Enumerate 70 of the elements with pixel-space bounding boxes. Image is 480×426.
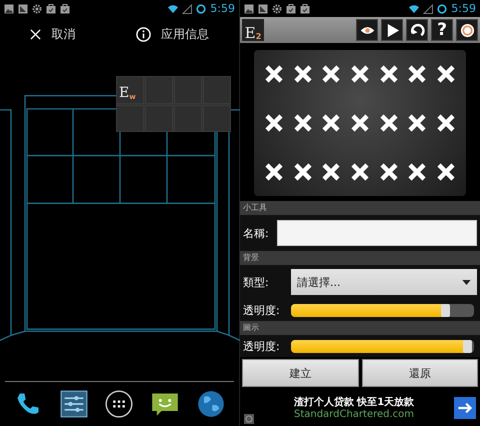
loading-ring-icon [437, 4, 448, 14]
cross-icon [436, 112, 456, 133]
briefcase-check-icon [60, 4, 70, 14]
cross-icon [292, 64, 313, 84]
cross-icon [350, 162, 370, 182]
field-label: 透明度: [243, 338, 281, 354]
cross-icon [407, 112, 428, 133]
ring-icon [460, 22, 474, 38]
briefcase-check-icon [300, 4, 310, 14]
settings-icon [272, 4, 282, 14]
help-button[interactable]: ? [431, 19, 453, 41]
cross-icon [350, 64, 370, 84]
cross-icon [321, 64, 342, 84]
cross-icon [436, 64, 456, 84]
ad-banner[interactable]: 渣打个人贷款 快至1天放款 StandardChartered.com [240, 389, 480, 426]
dropdown-caret-icon [462, 280, 471, 284]
cancel-button[interactable]: 取消 [26, 24, 80, 44]
close-icon [30, 28, 42, 40]
settings-sliders-icon[interactable] [60, 390, 88, 418]
type-dropdown[interactable]: 請選擇... [291, 269, 477, 295]
section-header: 圖示 [240, 321, 480, 335]
field-label: 透明度: [243, 302, 281, 318]
cross-icon [407, 64, 428, 84]
signal-icon [182, 4, 192, 14]
cross-icon [264, 64, 284, 84]
cross-icon [321, 162, 342, 182]
wifi-icon [168, 4, 178, 14]
power-button[interactable] [456, 19, 478, 41]
settings-icon [32, 4, 42, 14]
all-apps-icon[interactable] [105, 390, 134, 418]
slider-thumb[interactable] [463, 340, 472, 352]
globe-icon[interactable] [197, 390, 226, 418]
section-header: 背景 [240, 251, 480, 265]
refresh-button[interactable] [406, 19, 428, 41]
wifi-icon [409, 4, 420, 14]
gallery-icon [4, 4, 14, 14]
cross-icon [264, 112, 284, 133]
section-header: 小工具 [240, 201, 480, 215]
field-label: 名稱: [243, 226, 270, 240]
app-logo-icon: E2 [242, 19, 264, 41]
slider-thumb[interactable] [440, 304, 450, 316]
restore-button[interactable]: 還原 [362, 359, 478, 387]
cross-icon [350, 112, 370, 133]
cross-icon [292, 162, 313, 182]
field-label: 類型: [243, 274, 270, 290]
cross-icon [436, 162, 456, 182]
cross-icon [378, 162, 399, 182]
ad-link[interactable]: StandardChartered.com [294, 409, 414, 420]
image-icon [18, 4, 28, 14]
play-button[interactable] [381, 19, 403, 41]
app-info-button[interactable]: 应用信息 [132, 24, 213, 44]
cross-icon [407, 162, 428, 182]
signal-icon [423, 4, 434, 14]
cross-icon [321, 112, 342, 133]
refresh-icon [410, 22, 424, 38]
create-button[interactable]: 建立 [242, 359, 358, 387]
cross-icon [264, 162, 284, 182]
name-input-field[interactable] [277, 220, 477, 246]
cross-icon [378, 64, 399, 84]
preview-button[interactable] [356, 19, 378, 41]
briefcase-check-icon [286, 4, 296, 14]
status-time: 5:59 [210, 2, 235, 15]
briefcase-check-icon [46, 4, 56, 14]
loading-ring-icon [196, 4, 206, 14]
cross-icon [292, 112, 313, 133]
status-time: 5:59 [451, 2, 476, 15]
cross-icon [378, 112, 399, 133]
gallery-icon [244, 4, 254, 14]
image-icon [258, 4, 268, 14]
ad-headline: 渣打个人贷款 快至1天放款 [294, 396, 414, 409]
